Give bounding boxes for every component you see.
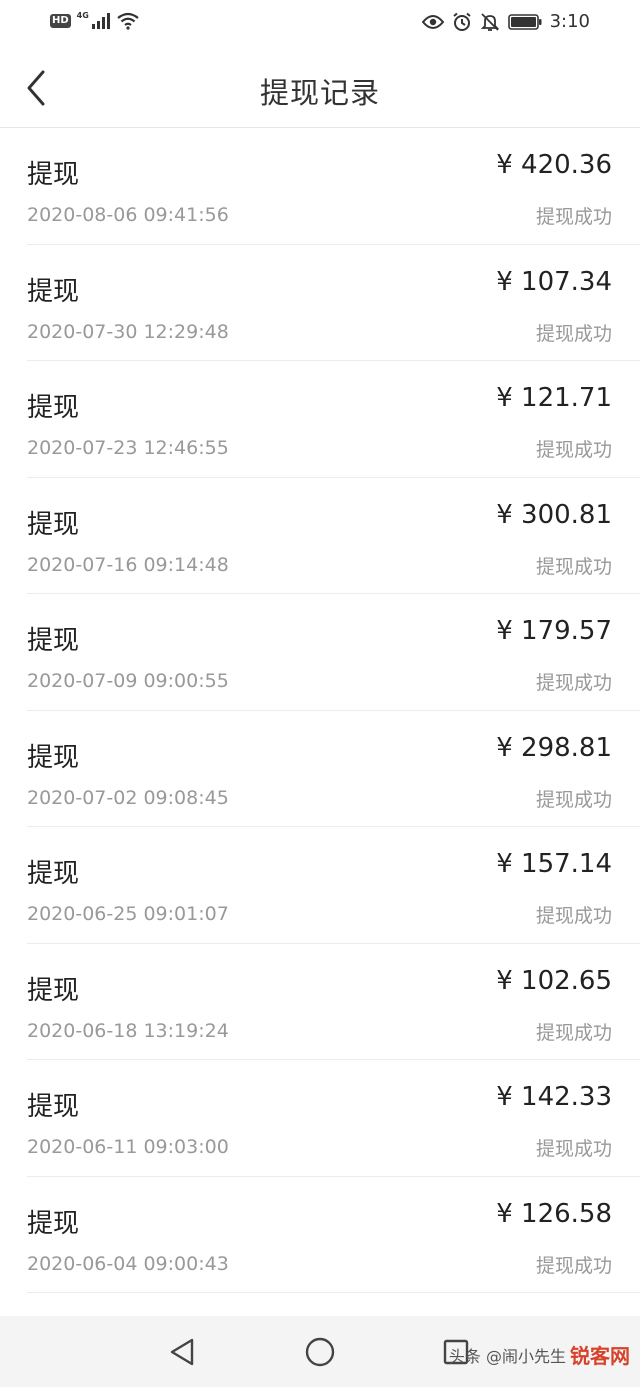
record-time: 2020-07-09 09:00:55 [27, 670, 229, 692]
record-status: 提现成功 [535, 905, 612, 927]
record-status: 提现成功 [535, 1138, 612, 1160]
watermark: 头条 @闹小先生 锐客网 [449, 1340, 630, 1369]
record-title: 提现 [27, 276, 80, 307]
clock: 3:10 [549, 11, 590, 32]
wifi-icon [117, 12, 139, 30]
record-amount: ¥ 102.65 [496, 965, 612, 996]
record-time: 2020-08-06 09:41:56 [27, 204, 229, 226]
list-item[interactable]: 提现 2020-07-23 12:46:55 ¥ 121.71 提现成功 [27, 361, 640, 478]
record-time: 2020-07-23 12:46:55 [27, 437, 229, 459]
record-title: 提现 [27, 160, 80, 190]
list-item[interactable]: 提现 2020-06-25 09:01:07 ¥ 157.14 提现成功 [27, 827, 640, 944]
record-status: 提现成功 [535, 1254, 612, 1277]
record-title: 提现 [27, 1208, 80, 1239]
withdrawal-records-list: 提现 2020-08-06 09:41:56 ¥ 420.36 提现成功 提现 … [0, 128, 640, 1293]
record-amount: ¥ 300.81 [496, 499, 612, 530]
eye-icon [421, 14, 444, 29]
record-status: 提现成功 [535, 206, 612, 228]
record-time: 2020-07-02 09:08:45 [27, 786, 229, 809]
list-item[interactable]: 提现 2020-06-18 13:19:24 ¥ 102.65 提现成功 [27, 944, 640, 1060]
status-bar: HD 4G 3:10 [0, 0, 640, 48]
triangle-back-icon [170, 1338, 194, 1366]
record-amount: ¥ 107.34 [496, 266, 612, 297]
list-item[interactable]: 提现 2020-06-04 09:00:43 ¥ 126.58 提现成功 [27, 1177, 640, 1293]
record-time: 2020-06-18 13:19:24 [27, 1019, 229, 1042]
list-item[interactable]: 提现 2020-07-09 09:00:55 ¥ 179.57 提现成功 [27, 594, 640, 711]
record-amount: ¥ 142.33 [496, 1082, 612, 1112]
record-amount: ¥ 298.81 [496, 732, 612, 763]
status-right: 3:10 [421, 11, 590, 32]
record-title: 提现 [27, 742, 80, 773]
record-status: 提现成功 [535, 672, 612, 694]
alarm-icon [452, 12, 471, 31]
list-item[interactable]: 提现 2020-07-16 09:14:48 ¥ 300.81 提现成功 [27, 478, 640, 594]
record-amount: ¥ 126.58 [496, 1198, 612, 1229]
record-title: 提现 [27, 859, 80, 889]
record-status: 提现成功 [535, 555, 612, 578]
record-time: 2020-06-04 09:00:43 [27, 1252, 229, 1275]
record-status: 提现成功 [535, 322, 612, 345]
status-left: HD 4G [50, 10, 139, 30]
record-amount: ¥ 157.14 [496, 849, 612, 879]
hd-badge: HD [50, 14, 71, 28]
list-item[interactable]: 提现 2020-07-02 09:08:45 ¥ 298.81 提现成功 [27, 711, 640, 827]
record-amount: ¥ 121.71 [496, 383, 612, 413]
record-time: 2020-07-16 09:14:48 [27, 553, 229, 576]
system-navigation-bar: 头条 @闹小先生 锐客网 [0, 1316, 640, 1387]
list-item[interactable]: 提现 2020-08-06 09:41:56 ¥ 420.36 提现成功 [27, 128, 640, 245]
page-title: 提现记录 [259, 76, 380, 110]
record-status: 提现成功 [535, 1021, 612, 1044]
record-status: 提现成功 [535, 439, 612, 461]
record-title: 提现 [27, 975, 80, 1006]
record-time: 2020-06-11 09:03:00 [27, 1136, 229, 1158]
system-back-button[interactable] [162, 1332, 202, 1372]
circle-home-icon [305, 1337, 335, 1367]
network-type: 4G [76, 10, 89, 20]
record-amount: ¥ 179.57 [496, 616, 612, 646]
record-status: 提现成功 [535, 788, 612, 811]
record-title: 提现 [27, 393, 80, 423]
record-time: 2020-07-30 12:29:48 [27, 320, 229, 343]
list-item[interactable]: 提现 2020-06-11 09:03:00 ¥ 142.33 提现成功 [27, 1060, 640, 1177]
list-item[interactable]: 提现 2020-07-30 12:29:48 ¥ 107.34 提现成功 [27, 245, 640, 361]
record-title: 提现 [27, 626, 80, 656]
battery-icon [507, 13, 542, 30]
record-amount: ¥ 420.36 [496, 150, 612, 180]
watermark-logo: 锐客网 [570, 1344, 630, 1368]
mute-icon [480, 12, 499, 31]
signal-icon [91, 13, 110, 29]
system-home-button[interactable] [300, 1332, 340, 1372]
record-title: 提现 [27, 1092, 80, 1122]
record-time: 2020-06-25 09:01:07 [27, 903, 229, 925]
record-title: 提现 [27, 509, 80, 540]
nav-bar: 提现记录 [0, 48, 640, 128]
watermark-text: 头条 @闹小先生 [448, 1346, 566, 1366]
